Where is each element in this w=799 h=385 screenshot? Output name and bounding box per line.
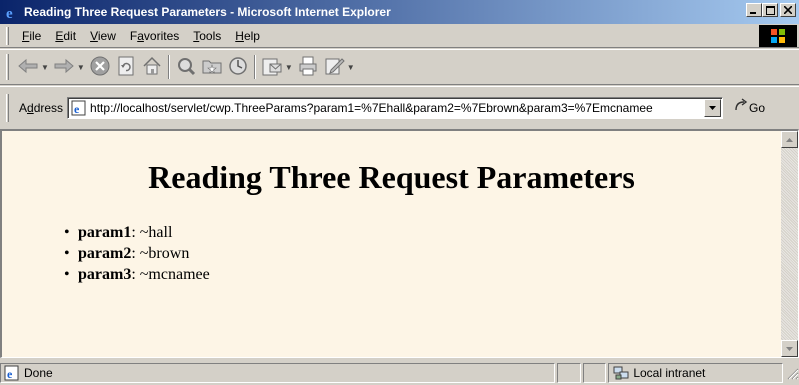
back-button[interactable]: ▼ <box>17 54 49 80</box>
address-url[interactable]: http://localhost/servlet/cwp.ThreeParams… <box>90 101 704 115</box>
address-dropdown-button[interactable] <box>704 98 722 117</box>
close-button[interactable] <box>780 3 796 17</box>
param-name: param2 <box>78 245 132 262</box>
intranet-icon <box>613 365 629 381</box>
home-icon <box>141 55 163 80</box>
favorites-button[interactable] <box>201 54 223 80</box>
page-done-icon: e <box>4 365 20 381</box>
back-dropdown-icon[interactable]: ▼ <box>41 63 49 72</box>
param-value: : ~mcnamee <box>131 266 210 283</box>
status-panel-empty <box>557 362 581 383</box>
menu-file[interactable]: File <box>15 27 48 45</box>
minimize-button[interactable] <box>746 3 762 17</box>
address-field[interactable]: e http://localhost/servlet/cwp.ThreePara… <box>67 96 724 119</box>
mail-icon <box>261 55 283 80</box>
page-content: Reading Three Request Parameters param1:… <box>2 131 781 357</box>
scroll-up-button[interactable] <box>781 131 798 148</box>
history-button[interactable] <box>227 54 249 80</box>
title-bar[interactable]: e Reading Three Request Parameters - Mic… <box>0 0 799 24</box>
print-icon <box>297 55 319 80</box>
status-panel-zone: Local intranet <box>608 362 783 383</box>
go-button[interactable]: Go <box>733 98 765 117</box>
address-bar: Address e http://localhost/servlet/cwp.T… <box>0 86 799 128</box>
search-icon <box>175 55 197 80</box>
svg-text:e: e <box>74 102 80 116</box>
edit-icon <box>323 55 345 80</box>
scroll-down-button[interactable] <box>781 340 798 357</box>
status-panel-empty <box>582 362 607 383</box>
refresh-button[interactable] <box>115 54 137 80</box>
vertical-scrollbar[interactable] <box>781 131 798 357</box>
toolbar-grip[interactable] <box>6 54 9 80</box>
toolbar-separator <box>253 55 256 79</box>
param-name: param1 <box>78 224 132 241</box>
status-text: Done <box>24 365 53 380</box>
mail-button[interactable]: ▼ <box>261 54 293 80</box>
history-icon <box>227 55 249 80</box>
status-panel-main: e Done <box>0 362 556 383</box>
menu-tools[interactable]: Tools <box>186 27 228 45</box>
home-button[interactable] <box>141 54 163 80</box>
toolbar-separator <box>167 55 170 79</box>
go-arrow-icon <box>733 98 749 117</box>
back-icon <box>17 58 39 77</box>
page-heading: Reading Three Request Parameters <box>148 159 635 195</box>
svg-text:e: e <box>6 6 13 20</box>
stop-button[interactable] <box>89 54 111 80</box>
param-value: : ~hall <box>131 224 173 241</box>
browser-viewport: Reading Three Request Parameters param1:… <box>0 129 799 358</box>
address-grip[interactable] <box>6 93 9 122</box>
stop-icon <box>89 55 111 80</box>
edit-dropdown-icon[interactable]: ▼ <box>347 63 355 72</box>
resize-grip-icon[interactable] <box>785 366 799 380</box>
menu-grip[interactable] <box>6 26 9 45</box>
svg-text:e: e <box>7 367 13 381</box>
window-title: Reading Three Request Parameters - Micro… <box>24 5 391 19</box>
edit-button[interactable]: ▼ <box>323 54 355 80</box>
favorites-icon <box>201 55 223 80</box>
search-button[interactable] <box>175 54 197 80</box>
windows-logo-icon <box>759 25 797 47</box>
print-button[interactable] <box>297 54 319 80</box>
menu-help[interactable]: Help <box>228 27 267 45</box>
list-item: param1: ~hall <box>64 222 781 243</box>
parameter-list: param1: ~hall param2: ~brown param3: ~mc… <box>64 222 781 285</box>
param-name: param3 <box>78 266 132 283</box>
ie-logo-icon: e <box>4 4 20 20</box>
menu-view[interactable]: View <box>83 27 123 45</box>
refresh-icon <box>115 55 137 80</box>
mail-dropdown-icon[interactable]: ▼ <box>285 63 293 72</box>
go-label: Go <box>749 100 766 115</box>
list-item: param3: ~mcnamee <box>64 264 781 285</box>
param-value: : ~brown <box>131 245 190 262</box>
menu-favorites[interactable]: Favorites <box>123 27 186 45</box>
window-controls <box>746 3 796 17</box>
forward-icon <box>53 58 75 77</box>
address-label: Address <box>19 100 64 115</box>
menu-bar: File Edit View Favorites Tools Help <box>0 24 799 48</box>
forward-button[interactable]: ▼ <box>53 54 85 80</box>
zone-label: Local intranet <box>633 365 706 380</box>
page-icon: e <box>71 100 87 116</box>
forward-dropdown-icon[interactable]: ▼ <box>77 63 85 72</box>
maximize-button[interactable] <box>762 3 778 17</box>
status-bar: e Done Local intranet <box>0 360 799 385</box>
standard-toolbar: ▼ ▼ ▼ ▼ <box>0 49 799 85</box>
list-item: param2: ~brown <box>64 243 781 264</box>
menu-edit[interactable]: Edit <box>48 27 83 45</box>
